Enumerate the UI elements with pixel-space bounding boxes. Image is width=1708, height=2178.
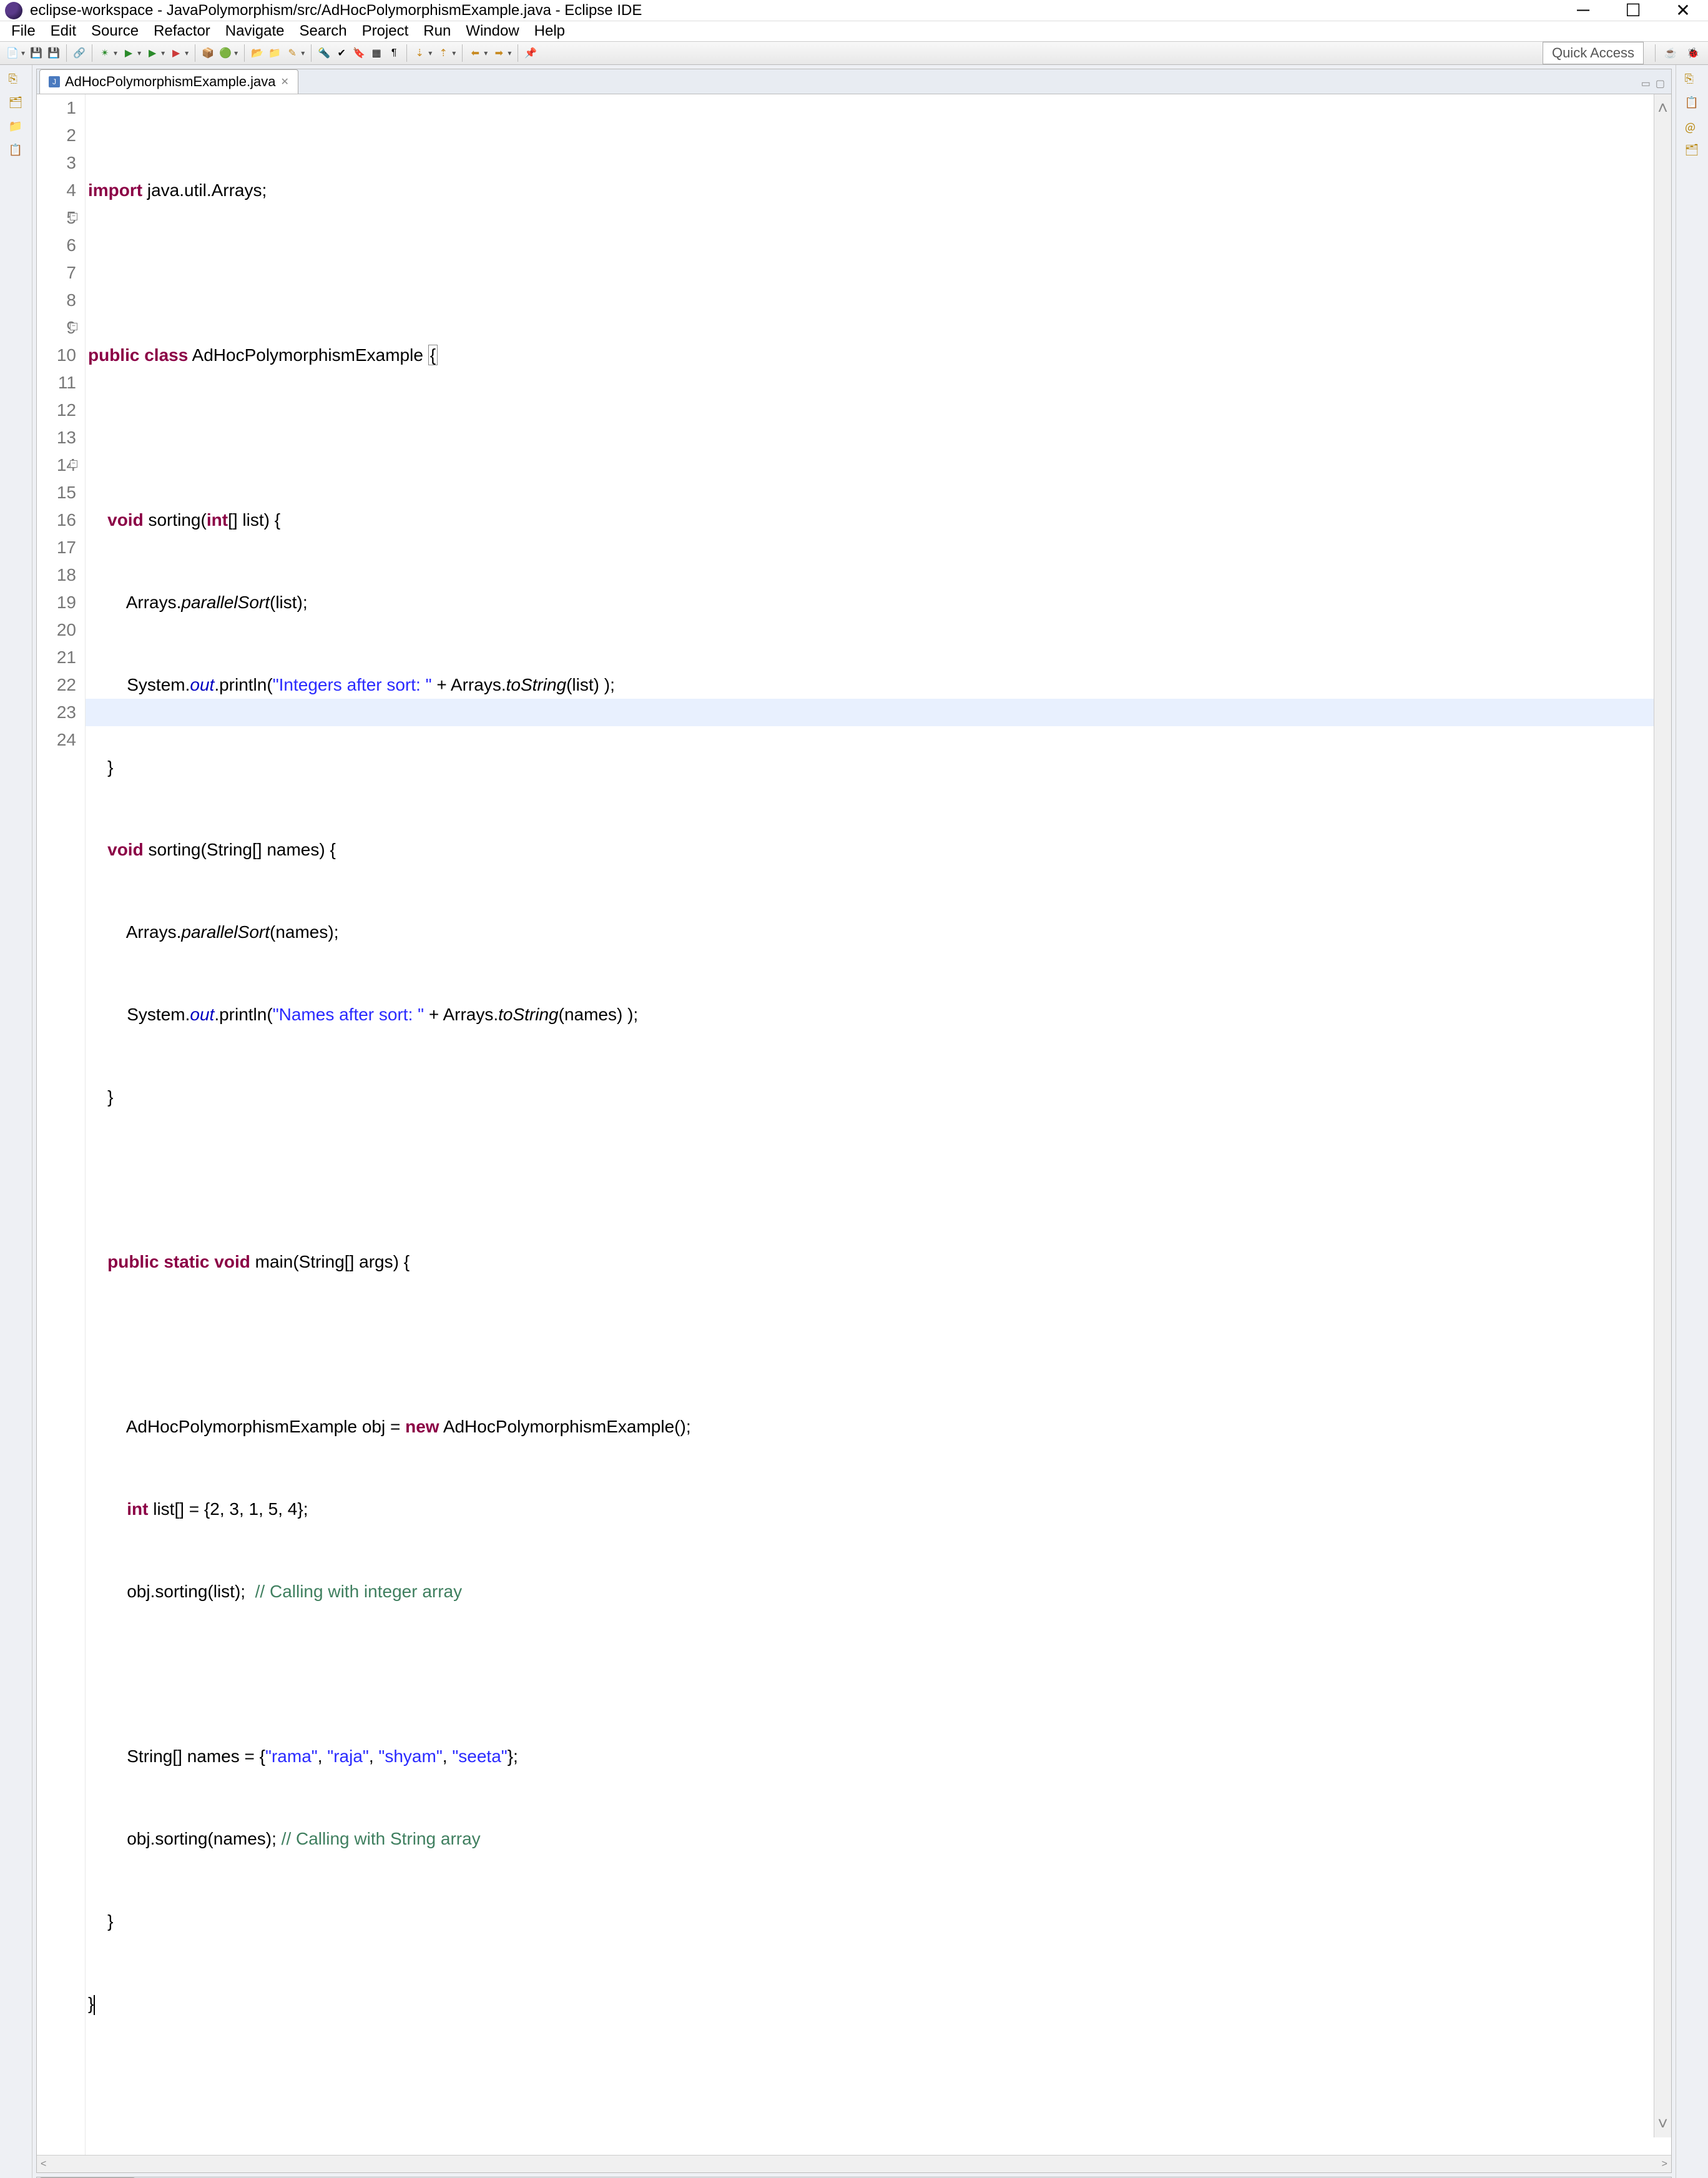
fold-icon[interactable]: − xyxy=(70,213,77,220)
debug-perspective-icon[interactable]: 🐞 xyxy=(1684,44,1702,62)
menu-edit[interactable]: Edit xyxy=(44,21,82,41)
project-explorer-icon[interactable]: 📁 xyxy=(9,120,24,135)
scroll-left-icon[interactable]: ˂ xyxy=(41,2159,46,2170)
scroll-right-icon[interactable]: ˃ xyxy=(1662,2159,1667,2170)
eclipse-icon xyxy=(5,2,22,19)
right-trim: ⎘ 📋 ＠ 🗂 xyxy=(1676,65,1708,2178)
code-editor[interactable]: 1 2 3 4 5− 6 7 8 9− 10 11 12 13 14− xyxy=(37,94,1671,2155)
debug-icon[interactable]: ✴ xyxy=(97,46,112,61)
minimize-button[interactable]: ─ xyxy=(1571,0,1596,21)
console-panel: Console ✕ ▣ ✖ ✖✖ 🗎 🔒 ↩ 📌 🖥▾ ➕▾ ▭ xyxy=(36,2177,1672,2178)
save-all-icon[interactable]: 💾 xyxy=(46,46,61,61)
search-icon[interactable]: 🔦 xyxy=(317,46,331,61)
task-list-icon[interactable]: 📋 xyxy=(1685,96,1700,111)
editor-tab-bar: J AdHocPolymorphismExample.java ✕ ▭ ▢ xyxy=(37,69,1671,94)
minimize-view-icon[interactable]: ▭ xyxy=(1641,77,1651,90)
menu-source[interactable]: Source xyxy=(85,21,145,41)
menu-run[interactable]: Run xyxy=(417,21,457,41)
dropdown-icon[interactable]: ▾ xyxy=(161,49,165,57)
block-select-icon[interactable]: ▦ xyxy=(369,46,384,61)
horizontal-scrollbar[interactable]: ˂ ˃ xyxy=(37,2155,1671,2172)
new-package-icon[interactable]: 📦 xyxy=(200,46,215,61)
maximize-button[interactable]: ☐ xyxy=(1621,0,1646,21)
new-icon[interactable]: 📄 xyxy=(5,46,20,61)
scroll-up-icon[interactable]: ˄ xyxy=(1657,94,1667,122)
toggle-mark-icon[interactable]: ✔ xyxy=(334,46,349,61)
main-area: ⎘ 🗂 📁 📋 J AdHocPolymorphismExample.java … xyxy=(0,65,1708,2178)
scroll-down-icon[interactable]: ˅ xyxy=(1657,2110,1667,2137)
java-perspective-icon[interactable]: ☕ xyxy=(1662,44,1679,62)
type-hierarchy-icon[interactable]: 🗂 xyxy=(1685,144,1700,159)
prev-annotation-icon[interactable]: ⇡ xyxy=(436,46,451,61)
console-tab-bar: Console ✕ ▣ ✖ ✖✖ 🗎 🔒 ↩ 📌 🖥▾ ➕▾ ▭ xyxy=(37,2177,1671,2178)
new-task-icon[interactable]: ✎ xyxy=(285,46,300,61)
navigator-icon[interactable]: 📋 xyxy=(9,144,24,159)
link-icon[interactable]: 🔗 xyxy=(72,46,87,61)
run-icon[interactable]: ▶ xyxy=(121,46,136,61)
open-task-icon[interactable]: 📁 xyxy=(267,46,282,61)
menu-refactor[interactable]: Refactor xyxy=(147,21,217,41)
left-trim: ⎘ 🗂 📁 📋 xyxy=(0,65,32,2178)
line-number-gutter: 1 2 3 4 5− 6 7 8 9− 10 11 12 13 14− xyxy=(37,94,86,2155)
menu-project[interactable]: Project xyxy=(356,21,415,41)
menu-navigate[interactable]: Navigate xyxy=(219,21,291,41)
show-whitespace-icon[interactable]: ¶ xyxy=(386,46,401,61)
dropdown-icon[interactable]: ▾ xyxy=(114,49,117,57)
coverage-icon[interactable]: ▶ xyxy=(145,46,160,61)
text-cursor xyxy=(94,1995,95,2015)
dropdown-icon[interactable]: ▾ xyxy=(428,49,432,57)
dropdown-icon[interactable]: ▾ xyxy=(185,49,189,57)
fold-icon[interactable]: − xyxy=(70,460,77,468)
menu-file[interactable]: File xyxy=(5,21,42,41)
menu-bar: File Edit Source Refactor Navigate Searc… xyxy=(0,21,1708,41)
console-tab[interactable]: Console ✕ xyxy=(39,2177,135,2178)
open-type-icon[interactable]: 📂 xyxy=(250,46,265,61)
tool-bar: 📄▾ 💾 💾 🔗 ✴▾ ▶▾ ▶▾ ▶▾ 📦 🟢▾ 📂 📁 ✎▾ 🔦 ✔ 🔖 ▦… xyxy=(0,41,1708,65)
package-explorer-icon[interactable]: 🗂 xyxy=(9,96,24,111)
annotation-icon[interactable]: 🔖 xyxy=(351,46,366,61)
menu-window[interactable]: Window xyxy=(459,21,525,41)
new-class-icon[interactable]: 🟢 xyxy=(218,46,233,61)
next-annotation-icon[interactable]: ⇣ xyxy=(412,46,427,61)
save-icon[interactable]: 💾 xyxy=(29,46,44,61)
dropdown-icon[interactable]: ▾ xyxy=(21,49,25,57)
menu-search[interactable]: Search xyxy=(293,21,353,41)
menu-help[interactable]: Help xyxy=(528,21,571,41)
dropdown-icon[interactable]: ▾ xyxy=(508,49,511,57)
back-icon[interactable]: ⬅ xyxy=(468,46,483,61)
dropdown-icon[interactable]: ▾ xyxy=(301,49,305,57)
dropdown-icon[interactable]: ▾ xyxy=(484,49,488,57)
maximize-view-icon[interactable]: ▢ xyxy=(1656,77,1665,90)
quick-access-input[interactable]: Quick Access xyxy=(1543,42,1644,64)
window-title: eclipse-workspace - JavaPolymorphism/src… xyxy=(30,2,1571,19)
restore-icon[interactable]: ⎘ xyxy=(1685,72,1700,87)
outline-icon[interactable]: ＠ xyxy=(1685,120,1700,135)
fold-icon[interactable]: − xyxy=(70,323,77,330)
dropdown-icon[interactable]: ▾ xyxy=(137,49,141,57)
java-file-icon: J xyxy=(49,76,60,87)
editor-tab-label: AdHocPolymorphismExample.java xyxy=(65,74,275,90)
dropdown-icon[interactable]: ▾ xyxy=(234,49,238,57)
pin-icon[interactable]: 📌 xyxy=(523,46,538,61)
forward-icon[interactable]: ➡ xyxy=(491,46,506,61)
restore-icon[interactable]: ⎘ xyxy=(9,72,24,87)
title-bar: eclipse-workspace - JavaPolymorphism/src… xyxy=(0,0,1708,21)
vertical-scrollbar[interactable]: ˄ ˅ xyxy=(1654,94,1671,2137)
code-text[interactable]: import java.util.Arrays; public class Ad… xyxy=(86,94,1671,2155)
close-button[interactable]: ✕ xyxy=(1671,0,1696,21)
dropdown-icon[interactable]: ▾ xyxy=(452,49,456,57)
ext-tools-icon[interactable]: ▶ xyxy=(169,46,184,61)
editor-panel: J AdHocPolymorphismExample.java ✕ ▭ ▢ 1 … xyxy=(36,69,1672,2173)
close-icon[interactable]: ✕ xyxy=(280,76,288,88)
editor-tab-active[interactable]: J AdHocPolymorphismExample.java ✕ xyxy=(39,69,298,94)
